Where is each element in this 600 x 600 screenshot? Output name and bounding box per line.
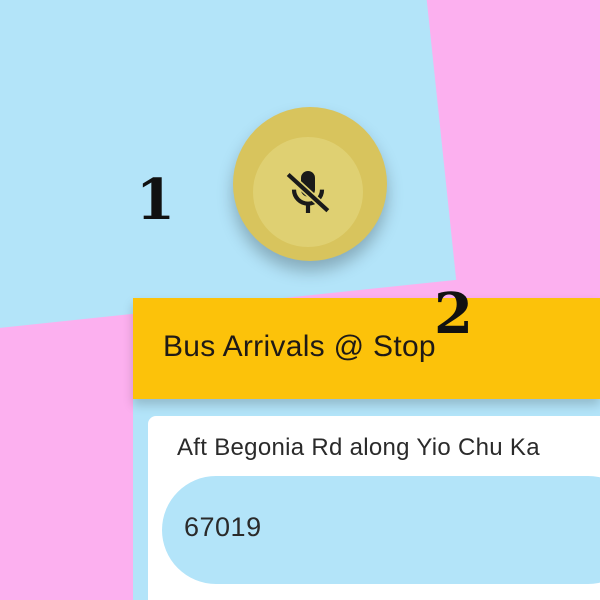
bus-stop-name: Aft Begonia Rd along Yio Chu Ka <box>177 434 540 461</box>
mic-off-icon <box>280 164 336 220</box>
annotation-label-1: 1 <box>136 167 175 233</box>
background-blue-panel <box>0 0 457 328</box>
bus-stop-code: 67019 <box>184 512 262 542</box>
mic-toggle-button[interactable] <box>233 107 387 261</box>
annotation-label-2: 2 <box>434 281 473 347</box>
page-title: Bus Arrivals @ Stop <box>163 330 436 363</box>
bus-stop-code-pill[interactable]: 67019 <box>162 476 600 584</box>
app-header: Bus Arrivals @ Stop <box>133 298 600 399</box>
mic-button-inner <box>253 137 363 247</box>
bus-stop-card[interactable]: Aft Begonia Rd along Yio Chu Ka 67019 <box>148 416 600 600</box>
